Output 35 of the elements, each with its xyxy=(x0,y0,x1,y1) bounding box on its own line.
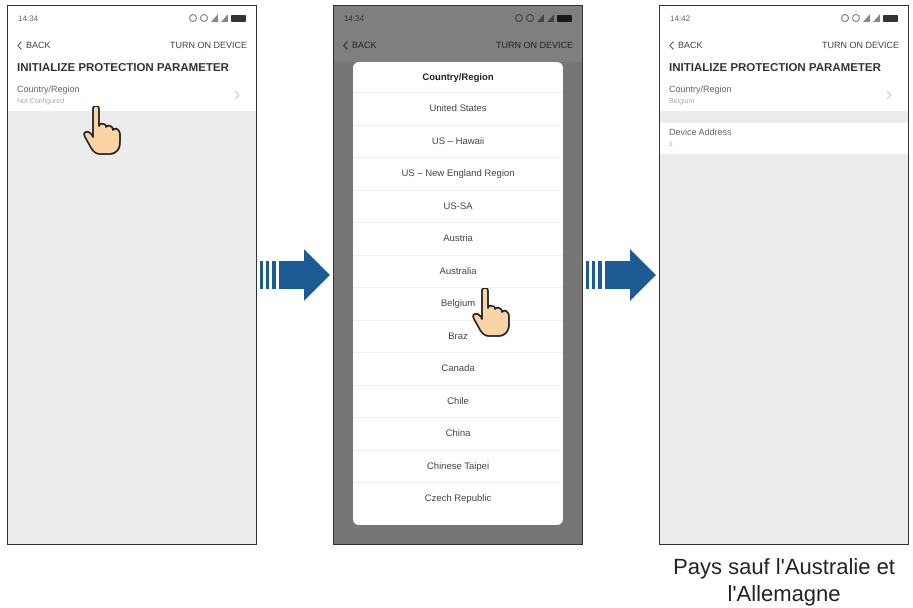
setting-label: Device Address xyxy=(669,127,732,137)
turn-on-device-link[interactable]: TURN ON DEVICE xyxy=(496,40,573,50)
country-option[interactable]: Australia xyxy=(353,254,563,287)
battery-icon xyxy=(231,14,246,22)
back-chevron-icon[interactable] xyxy=(17,40,22,50)
country-option[interactable]: Chile xyxy=(353,384,563,417)
country-option[interactable]: China xyxy=(353,417,563,450)
screen-title: INITIALIZE PROTECTION PARAMETER xyxy=(660,62,908,80)
battery-icon xyxy=(557,14,572,22)
dialog-title: Country/Region xyxy=(421,71,495,85)
country-option[interactable]: US-SA xyxy=(353,190,563,222)
status-time: 14:34 xyxy=(18,14,38,22)
caption: Pays sauf l'Australie et l'Allemagne xyxy=(672,553,896,607)
back-link[interactable]: BACK xyxy=(678,40,703,50)
battery-icon xyxy=(883,14,898,22)
turn-on-device-link[interactable]: TURN ON DEVICE xyxy=(170,40,247,50)
back-link[interactable]: BACK xyxy=(352,40,377,50)
country-option[interactable]: Chinese Taipei xyxy=(353,450,563,482)
setting-label: Country/Region xyxy=(669,84,732,94)
country-option[interactable]: Canada xyxy=(353,352,563,384)
country-option[interactable]: US – New England Region xyxy=(353,157,563,190)
status-time: 14:34 xyxy=(344,14,364,22)
status-time: 14:42 xyxy=(670,14,690,22)
country-option[interactable]: United States xyxy=(353,92,563,124)
country-option[interactable]: Austria xyxy=(353,222,563,254)
arrow-icon xyxy=(586,249,656,301)
screen-title: INITIALIZE PROTECTION PARAMETER xyxy=(8,62,256,80)
country-option[interactable]: US – Hawaii xyxy=(353,124,563,157)
back-link[interactable]: BACK xyxy=(26,40,51,50)
country-option[interactable]: Czech Republic xyxy=(353,482,563,514)
arrow-icon xyxy=(260,249,330,301)
turn-on-device-link[interactable]: TURN ON DEVICE xyxy=(822,40,899,50)
back-chevron-icon[interactable] xyxy=(343,40,348,50)
setting-label: Country/Region xyxy=(17,84,80,94)
back-chevron-icon[interactable] xyxy=(669,40,674,50)
